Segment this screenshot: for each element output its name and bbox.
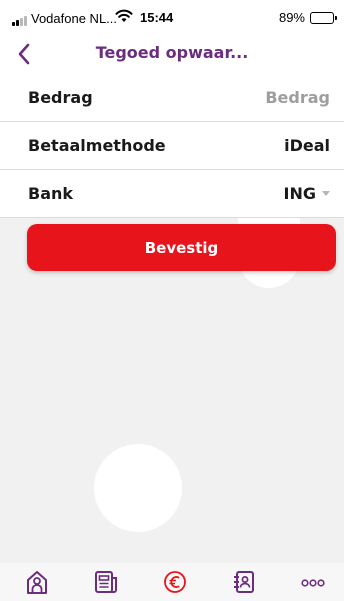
tab-more[interactable] <box>298 567 328 597</box>
chevron-down-icon <box>322 191 330 196</box>
background-decoration-circle <box>94 444 182 532</box>
payment-method-row[interactable]: Betaalmethode iDeal <box>0 122 344 170</box>
payment-method-label: Betaalmethode <box>28 136 166 155</box>
amount-label: Bedrag <box>28 88 93 107</box>
navigation-bar: Tegoed opwaar... <box>0 34 344 74</box>
tab-contacts[interactable] <box>229 567 259 597</box>
status-bar: Vodafone NL... 15:44 89% <box>0 0 344 34</box>
content-area: Bevestig <box>0 218 344 563</box>
wifi-icon <box>115 9 133 22</box>
news-icon <box>95 571 117 593</box>
battery-icon <box>310 11 337 24</box>
amount-row: Bedrag <box>0 74 344 122</box>
tab-news[interactable] <box>91 567 121 597</box>
carrier-name: Vodafone NL... <box>31 11 118 26</box>
tab-home[interactable] <box>22 567 52 597</box>
battery-percentage: 89% <box>278 10 305 25</box>
topup-form: Bedrag Betaalmethode iDeal Bank ING <box>0 74 344 218</box>
amount-input[interactable] <box>190 88 330 107</box>
contacts-icon <box>234 571 254 593</box>
signal-icon <box>12 16 27 26</box>
confirm-button[interactable]: Bevestig <box>27 224 336 271</box>
bank-select-row[interactable]: Bank ING <box>0 170 344 218</box>
battery-status: 89% <box>278 10 337 25</box>
more-icon <box>301 579 325 587</box>
home-icon <box>27 571 47 594</box>
carrier-info: Vodafone NL... <box>12 11 117 26</box>
tab-bar <box>0 563 344 601</box>
bank-select[interactable]: ING <box>284 184 330 203</box>
bank-value: ING <box>283 184 316 203</box>
bank-label: Bank <box>28 184 74 203</box>
payment-method-value: iDeal <box>284 136 330 155</box>
tab-balance[interactable] <box>160 567 190 597</box>
page-title: Tegoed opwaar... <box>95 43 249 62</box>
clock: 15:44 <box>140 10 174 25</box>
euro-icon <box>164 571 186 593</box>
